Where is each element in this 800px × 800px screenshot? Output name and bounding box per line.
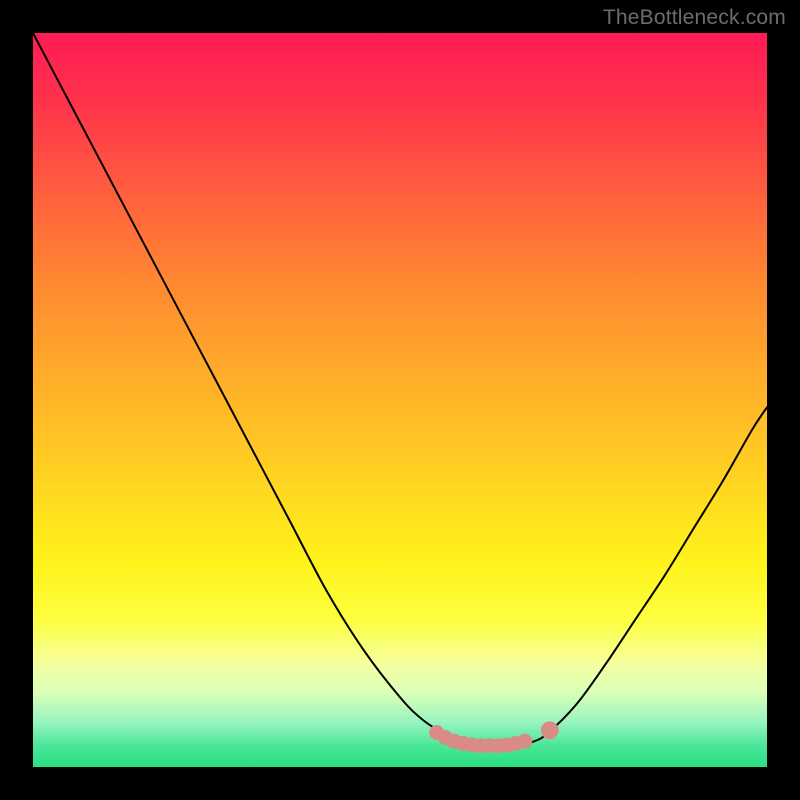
chart-stage: TheBottleneck.com — [0, 0, 800, 800]
plot-area — [33, 33, 767, 767]
curve-markers — [430, 722, 558, 753]
bottleneck-curve — [33, 33, 767, 747]
curve-marker — [541, 722, 558, 739]
curve-layer — [33, 33, 767, 767]
curve-marker — [518, 734, 532, 748]
watermark-text: TheBottleneck.com — [603, 6, 786, 30]
